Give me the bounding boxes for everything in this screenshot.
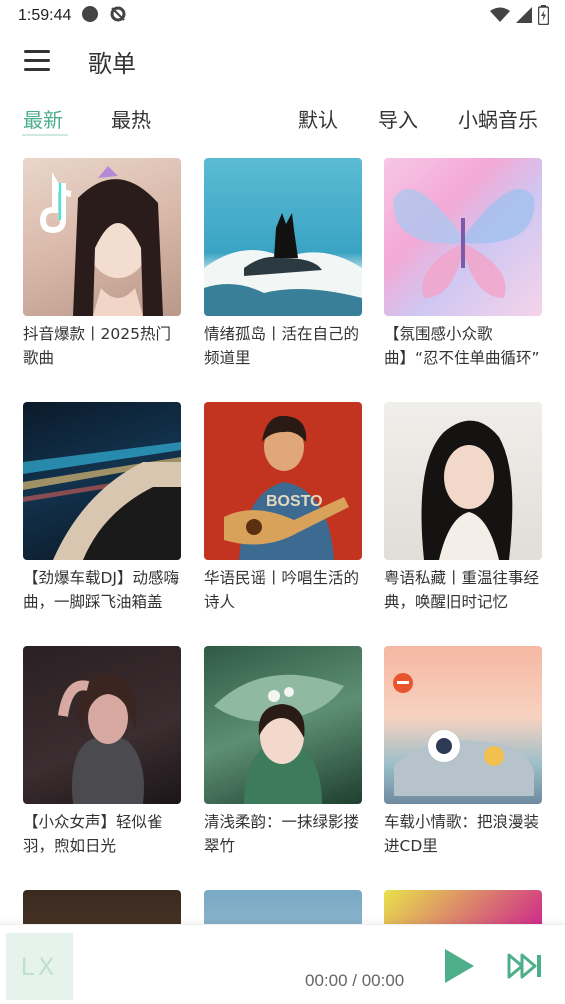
status-time: 1:59:44 [18,7,72,24]
playlist-title: 清浅柔韵：一抹绿影搂翠竹 [204,813,360,855]
playlist-title: 车载小情歌：把浪漫装进CD里 [384,813,540,855]
page-title: 歌单 [88,50,136,78]
playlist-cover [23,158,181,316]
record-dot-icon [81,5,99,27]
app-notification-icon [109,5,127,27]
wifi-icon [490,7,510,27]
skip-next-icon [507,953,541,979]
playlist-cover [384,402,542,560]
playlist-card[interactable]: 【劲爆车载DJ】动感嗨曲，一脚踩飞油箱盖 [23,402,181,614]
playlist-title: 情绪孤岛丨活在自己的频道里 [204,325,360,367]
hamburger-icon [24,50,50,53]
playlist-card[interactable]: 情绪孤岛丨活在自己的频道里 [204,158,362,370]
player-cover-logo[interactable]: LX [6,933,73,1000]
source-xiaowo-button[interactable]: 小蜗音乐 [458,104,538,133]
playlist-cover [384,646,542,804]
playlist-card[interactable]: 粤语私藏丨重温往事经典，唤醒旧时记忆 [384,402,542,614]
playlist-title: 抖音爆款丨2025热门歌曲 [23,325,171,367]
playlist-title: 【氛围感小众歌曲】“忍不住单曲循环” [384,325,540,367]
playlist-cover [384,158,542,316]
active-tab-indicator [22,134,68,136]
status-bar: 1:59:44 [0,0,565,32]
player-bar: LX 00:00 / 00:00 [0,924,565,1004]
play-icon [445,949,474,983]
playlist-title: 粤语私藏丨重温往事经典，唤醒旧时记忆 [384,569,540,611]
playlist-cover [23,646,181,804]
app-bar: 歌单 [0,32,565,90]
menu-button[interactable] [24,50,50,72]
play-button[interactable] [442,947,476,985]
playlist-card[interactable]: 抖音爆款丨2025热门歌曲 [23,158,181,370]
battery-charging-icon [537,5,550,29]
playlist-title: 【小众女声】轻似雀羽，煦如日光 [23,813,163,855]
playback-time: 00:00 / 00:00 [305,971,405,990]
playlist-title: 【劲爆车载DJ】动感嗨曲，一脚踩飞油箱盖 [23,569,180,611]
playlist-card[interactable]: 清浅柔韵：一抹绿影搂翠竹 [204,646,362,858]
tab-latest[interactable]: 最新 [23,104,63,133]
playlist-card[interactable]: BOSTO 华语民谣丨吟唱生活的诗人 [204,402,362,614]
playlist-cover [204,646,362,804]
playlist-card[interactable]: 【小众女声】轻似雀羽，煦如日光 [23,646,181,858]
playlist-card[interactable]: 车载小情歌：把浪漫装进CD里 [384,646,542,858]
next-track-button[interactable] [507,953,543,979]
source-default-button[interactable]: 默认 [298,104,338,133]
playlist-title: 华语民谣丨吟唱生活的诗人 [204,569,360,611]
playlist-cover [204,158,362,316]
signal-icon [516,7,532,27]
playlist-cover: BOSTO [204,402,362,560]
playlist-cover [23,402,181,560]
svg-text:BOSTO: BOSTO [266,493,323,510]
tab-hottest[interactable]: 最热 [111,104,151,133]
import-button[interactable]: 导入 [378,104,418,133]
tab-row: 最新 最热 默认 导入 小蜗音乐 [0,100,565,140]
playlist-card[interactable]: 【氛围感小众歌曲】“忍不住单曲循环” [384,158,542,370]
